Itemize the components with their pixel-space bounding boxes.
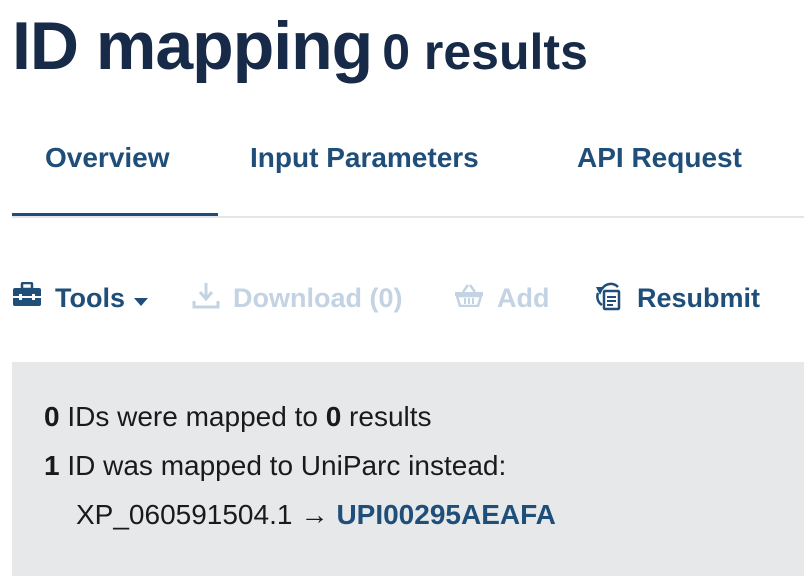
uniparc-text: ID was mapped to UniParc instead: (59, 450, 507, 481)
uniparc-summary-line: 1 ID was mapped to UniParc instead: (44, 445, 804, 494)
download-label: Download (0) (233, 282, 403, 313)
basket-icon (454, 283, 484, 314)
results-count: 0 (325, 401, 342, 432)
mapped-count: 0 (44, 401, 60, 432)
tools-label: Tools (55, 282, 125, 313)
uniparc-id-link[interactable]: UPI00295AEAFA (336, 499, 555, 530)
id-mapping-line: XP_060591504.1 → UPI00295AEAFA (44, 494, 804, 543)
mapped-summary-line: 0 IDs were mapped to 0 results (44, 396, 804, 445)
tab-input-parameters[interactable]: Input Parameters (250, 120, 479, 216)
tools-dropdown-button[interactable]: Tools (12, 276, 149, 320)
resubmit-icon (592, 279, 624, 318)
result-count: 0 results (382, 24, 588, 80)
tab-api-request[interactable]: API Request (577, 120, 742, 216)
page: ID mapping 0 results Overview Input Param… (0, 0, 804, 576)
resubmit-button[interactable]: Resubmit (592, 276, 760, 320)
mapped-text-2: results (341, 401, 432, 432)
resubmit-label: Resubmit (637, 282, 761, 313)
add-label: Add (497, 282, 550, 313)
source-id: XP_060591504.1 (76, 499, 293, 530)
arrow-right-icon: → (300, 499, 329, 530)
mapping-summary-box: 0 IDs were mapped to 0 results 1 ID was … (12, 362, 804, 576)
uniparc-count: 1 (44, 450, 60, 481)
mapped-text-1: IDs were mapped to (59, 401, 326, 432)
results-toolbar: Tools Download (0) Add Resubmit (12, 276, 804, 320)
add-to-basket-button[interactable]: Add (454, 276, 549, 320)
page-title: ID mapping 0 results (12, 0, 588, 92)
tab-bar: Overview Input Parameters API Request (12, 120, 804, 218)
download-button[interactable]: Download (0) (192, 276, 403, 320)
download-icon (192, 281, 220, 316)
toolbox-icon (12, 281, 42, 315)
page-title-text: ID mapping (12, 8, 373, 84)
caret-down-icon (133, 283, 149, 314)
tab-overview[interactable]: Overview (12, 120, 218, 216)
